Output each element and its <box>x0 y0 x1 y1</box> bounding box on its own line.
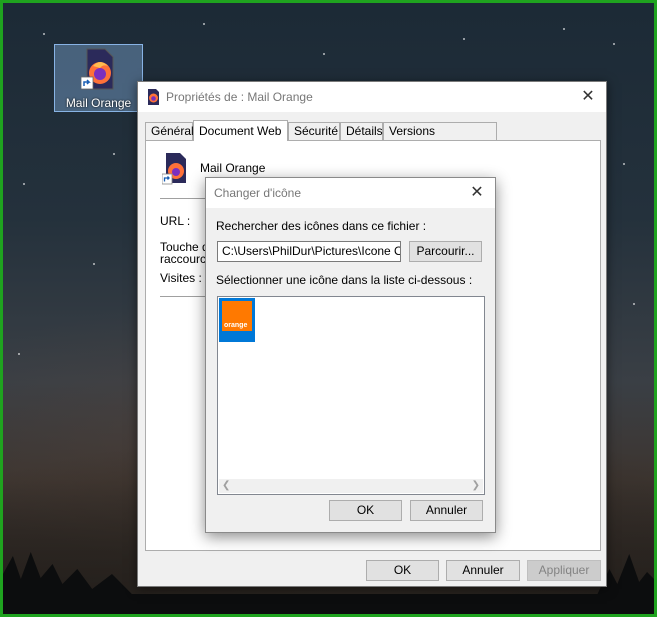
desktop-shortcut-mail-orange[interactable]: Mail Orange <box>54 44 143 112</box>
scroll-left-icon[interactable]: ❮ <box>222 479 230 493</box>
ok-button[interactable]: OK <box>366 560 439 581</box>
tab-versions-precedentes[interactable]: Versions précédentes <box>383 122 497 155</box>
shortcut-name: Mail Orange <box>200 161 266 175</box>
visits-label: Visites : <box>160 271 202 285</box>
tab-details[interactable]: Détails <box>340 122 383 140</box>
apply-button[interactable]: Appliquer <box>527 560 601 581</box>
icon-list-label: Sélectionner une icône dans la liste ci-… <box>216 273 473 287</box>
tab-general[interactable]: Général <box>145 122 194 140</box>
change-icon-title: Changer d'icône <box>214 186 302 200</box>
cancel-button[interactable]: Annuler <box>410 500 483 521</box>
icon-file-path-input[interactable]: C:\Users\PhilDur\Pictures\Icone Orange <box>217 241 401 262</box>
desktop-background: Mail Orange Propriétés de : Mail Orange … <box>0 0 657 617</box>
orange-logo-text: orange <box>224 322 248 329</box>
url-label: URL : <box>160 214 191 228</box>
cancel-button[interactable]: Annuler <box>446 560 520 581</box>
divider <box>160 296 210 297</box>
change-icon-dialog: Changer d'icône ✕ Rechercher des icônes … <box>205 177 496 533</box>
scroll-right-icon[interactable]: ❯ <box>472 479 480 493</box>
divider <box>160 198 210 199</box>
search-file-label: Rechercher des icônes dans ce fichier : <box>216 219 427 233</box>
close-icon[interactable]: ✕ <box>467 183 487 203</box>
firefox-document-icon <box>162 153 186 185</box>
browse-button[interactable]: Parcourir... <box>409 241 482 262</box>
change-icon-titlebar[interactable]: Changer d'icône ✕ <box>206 178 495 208</box>
icon-list-item-selected[interactable]: orange <box>219 298 255 342</box>
tab-securite[interactable]: Sécurité <box>288 122 340 140</box>
horizontal-scrollbar[interactable]: ❮ ❯ <box>219 479 483 493</box>
hotkey-label-line2: raccourci <box>160 252 209 266</box>
properties-title: Propriétés de : Mail Orange <box>166 90 313 104</box>
tab-document-web[interactable]: Document Web <box>193 120 288 141</box>
icon-list[interactable]: orange ❮ ❯ <box>217 296 485 495</box>
close-icon[interactable]: ✕ <box>578 87 598 107</box>
ok-button[interactable]: OK <box>329 500 402 521</box>
properties-titlebar[interactable]: Propriétés de : Mail Orange ✕ <box>138 82 606 112</box>
desktop-shortcut-label: Mail Orange <box>65 96 132 110</box>
orange-logo-icon: orange <box>222 301 252 331</box>
firefox-document-icon <box>81 48 114 90</box>
firefox-document-icon <box>148 89 159 105</box>
